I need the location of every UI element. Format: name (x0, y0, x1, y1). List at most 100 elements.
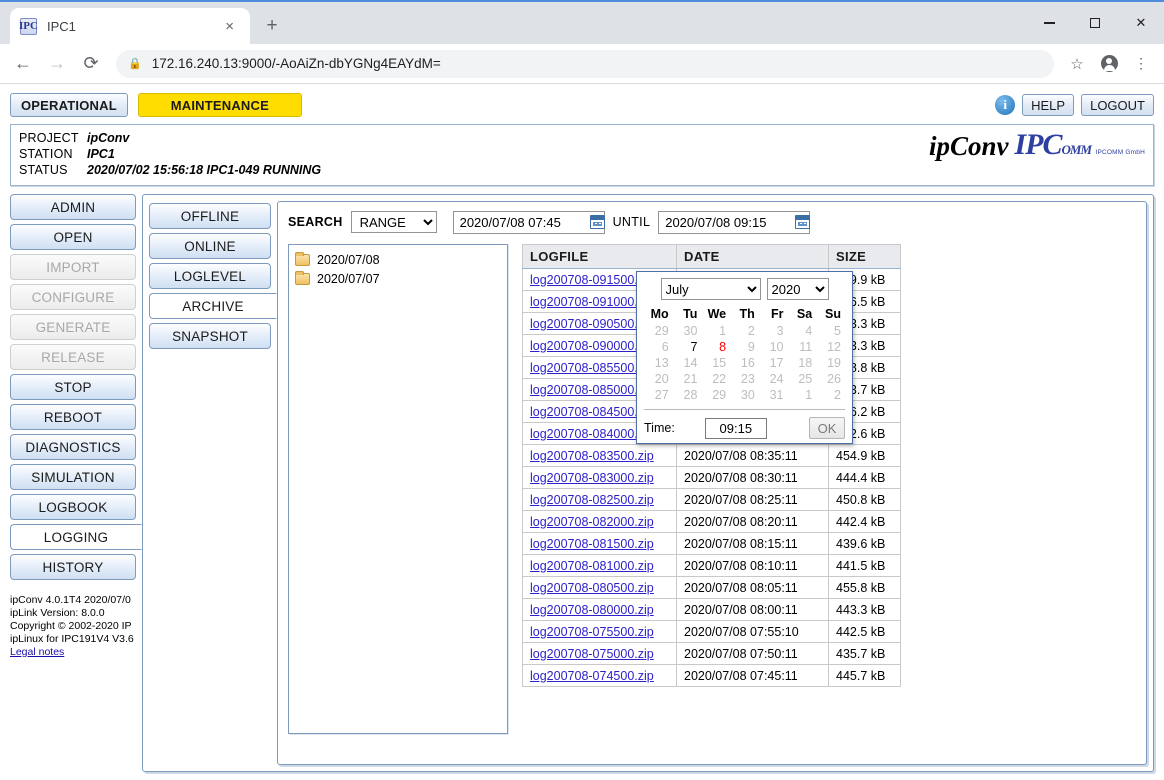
until-date-input[interactable] (663, 213, 794, 231)
calendar-day[interactable]: 17 (759, 355, 788, 371)
close-window-button[interactable]: ✕ (1118, 2, 1164, 44)
calendar-icon[interactable] (589, 215, 605, 229)
date-picker-popup[interactable]: JanuaryFebruaryMarchAprilMayJuneJulyAugu… (636, 271, 853, 444)
calendar-day[interactable]: 14 (673, 355, 702, 371)
tree-item[interactable]: 2020/07/08 (295, 252, 501, 267)
calendar-day[interactable]: 23 (730, 371, 759, 387)
calendar-day[interactable]: 30 (673, 323, 702, 339)
subnav-item-snapshot[interactable]: SNAPSHOT (149, 323, 271, 349)
table-row: log200708-074500.zip 2020/07/08 07:45:11 4… (522, 664, 901, 687)
calendar-day[interactable]: 26 (816, 371, 845, 387)
address-bar[interactable]: 🔒 172.16.240.13:9000/-AoAiZn-dbYGNg4EAYd… (116, 49, 1054, 78)
profile-avatar-icon[interactable] (1094, 49, 1124, 79)
col-logfile[interactable]: LOGFILE (522, 244, 677, 269)
col-date[interactable]: DATE (676, 244, 829, 269)
minimize-window-button[interactable] (1026, 2, 1072, 44)
calendar-day[interactable]: 10 (759, 339, 788, 355)
logfile-link[interactable]: log200708-075000.zip (530, 647, 654, 661)
logfile-link[interactable]: log200708-074500.zip (530, 669, 654, 683)
search-mode-select[interactable]: RANGEDAYALL (350, 211, 437, 233)
calendar-day[interactable]: 19 (816, 355, 845, 371)
calendar-day[interactable]: 9 (730, 339, 759, 355)
operational-tab[interactable]: OPERATIONAL (10, 93, 128, 117)
logfile-link[interactable]: log200708-083500.zip (530, 449, 654, 463)
close-tab-icon[interactable]: × (219, 18, 240, 35)
tree-item[interactable]: 2020/07/07 (295, 271, 501, 286)
calendar-month-select[interactable]: JanuaryFebruaryMarchAprilMayJuneJulyAugu… (660, 278, 761, 300)
calendar-day[interactable]: 29 (644, 323, 673, 339)
calendar-day[interactable]: 18 (788, 355, 817, 371)
subnav-item-archive[interactable]: ARCHIVE (149, 293, 277, 319)
calendar-day[interactable]: 1 (701, 323, 730, 339)
calendar-day[interactable]: 27 (644, 387, 673, 403)
calendar-day[interactable]: 24 (759, 371, 788, 387)
maintenance-tab[interactable]: MAINTENANCE (137, 93, 302, 117)
sidebar-item-stop[interactable]: STOP (10, 374, 136, 400)
subnav-item-online[interactable]: ONLINE (149, 233, 271, 259)
browser-tab[interactable]: IPC IPC1 × (10, 8, 250, 44)
calendar-ok-button[interactable]: OK (809, 417, 845, 439)
sidebar-item-simulation[interactable]: SIMULATION (10, 464, 136, 490)
sidebar-item-admin[interactable]: ADMIN (10, 194, 136, 220)
date-cell: 2020/07/08 08:10:11 (676, 554, 829, 577)
calendar-year-select[interactable]: 20182019202020212022 (766, 278, 829, 300)
logfile-link[interactable]: log200708-083000.zip (530, 471, 654, 485)
forward-icon[interactable]: → (42, 49, 72, 79)
calendar-day[interactable]: 22 (701, 371, 730, 387)
from-date-field[interactable] (452, 210, 605, 234)
calendar-day[interactable]: 12 (816, 339, 845, 355)
calendar-day[interactable]: 2 (730, 323, 759, 339)
calendar-day[interactable]: 2 (816, 387, 845, 403)
info-icon[interactable]: i (995, 95, 1016, 115)
logfile-link[interactable]: log200708-081000.zip (530, 559, 654, 573)
subnav-item-loglevel[interactable]: LOGLEVEL (149, 263, 271, 289)
calendar-day[interactable]: 4 (788, 323, 817, 339)
sidebar-item-diagnostics[interactable]: DIAGNOSTICS (10, 434, 136, 460)
col-size[interactable]: SIZE (828, 244, 901, 269)
calendar-day[interactable]: 20 (644, 371, 673, 387)
calendar-day[interactable]: 3 (759, 323, 788, 339)
sidebar-item-logbook[interactable]: LOGBOOK (10, 494, 136, 520)
calendar-day[interactable]: 29 (701, 387, 730, 403)
logfile-link[interactable]: log200708-082500.zip (530, 493, 654, 507)
calendar-day[interactable]: 15 (701, 355, 730, 371)
help-button[interactable]: HELP (1022, 94, 1075, 116)
new-tab-button[interactable]: + (258, 12, 286, 40)
until-date-field[interactable] (658, 210, 811, 234)
calendar-day[interactable]: 5 (816, 323, 845, 339)
calendar-day[interactable]: 25 (788, 371, 817, 387)
date-cell: 2020/07/08 07:45:11 (676, 664, 829, 687)
logout-button[interactable]: LOGOUT (1081, 94, 1154, 116)
logfile-link[interactable]: log200708-080000.zip (530, 603, 654, 617)
sidebar-item-reboot[interactable]: REBOOT (10, 404, 136, 430)
calendar-day[interactable]: 8 (701, 339, 730, 355)
sidebar-item-open[interactable]: OPEN (10, 224, 136, 250)
back-icon[interactable]: ← (8, 49, 38, 79)
legal-notes-link[interactable]: Legal notes (10, 646, 64, 658)
calendar-day[interactable]: 6 (644, 339, 673, 355)
calendar-day[interactable]: 13 (644, 355, 673, 371)
calendar-time-input[interactable] (704, 417, 767, 439)
reload-icon[interactable]: ⟳ (76, 49, 106, 79)
calendar-day[interactable]: 30 (730, 387, 759, 403)
logfile-link[interactable]: log200708-075500.zip (530, 625, 654, 639)
calendar-day[interactable]: 21 (673, 371, 702, 387)
calendar-icon[interactable] (795, 215, 811, 229)
calendar-day[interactable]: 28 (673, 387, 702, 403)
calendar-day[interactable]: 7 (673, 339, 702, 355)
bookmark-star-icon[interactable]: ☆ (1062, 49, 1092, 79)
sidebar-item-logging[interactable]: LOGGING (10, 524, 142, 550)
chrome-menu-icon[interactable]: ⋮ (1126, 49, 1156, 79)
calendar-day[interactable]: 1 (788, 387, 817, 403)
logfile-link[interactable]: log200708-082000.zip (530, 515, 654, 529)
calendar-day[interactable]: 31 (759, 387, 788, 403)
calendar-day[interactable]: 16 (730, 355, 759, 371)
maximize-window-button[interactable] (1072, 2, 1118, 44)
version-line: Copyright © 2002-2020 IP (10, 620, 132, 632)
logfile-link[interactable]: log200708-081500.zip (530, 537, 654, 551)
subnav-item-offline[interactable]: OFFLINE (149, 203, 271, 229)
from-date-input[interactable] (457, 213, 588, 231)
calendar-day[interactable]: 11 (788, 339, 817, 355)
logfile-link[interactable]: log200708-080500.zip (530, 581, 654, 595)
sidebar-item-history[interactable]: HISTORY (10, 554, 136, 580)
